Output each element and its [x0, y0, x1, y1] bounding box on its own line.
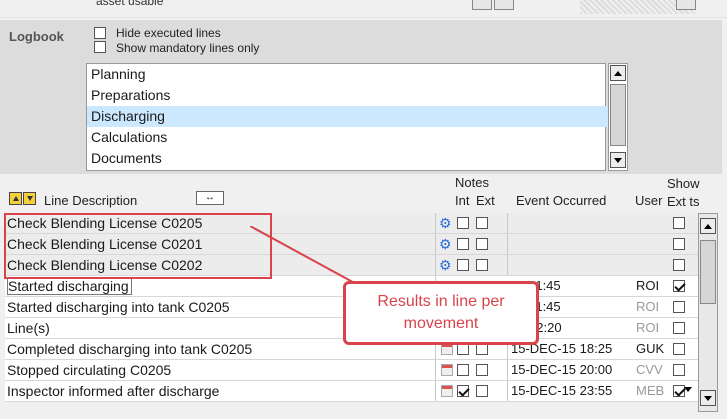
category-list[interactable]: Planning Preparations Discharging Calcul…	[86, 63, 609, 171]
row-show-checkbox[interactable]	[673, 322, 685, 334]
gear-icon[interactable]: ⚙	[439, 258, 452, 272]
chevron-up-icon	[704, 223, 712, 229]
row-ext-checkbox[interactable]	[476, 259, 488, 271]
column-separator	[435, 234, 436, 254]
row-user: MEB	[636, 383, 665, 398]
column-separator	[435, 213, 436, 233]
mandatory-only-checkbox[interactable]	[94, 41, 106, 53]
row-show-checkbox[interactable]	[673, 364, 685, 376]
row-show-checkbox[interactable]	[673, 343, 685, 355]
category-scroll-up-button[interactable]	[610, 65, 626, 81]
sort-down-button[interactable]	[23, 192, 36, 205]
hide-executed-label: Hide executed lines	[116, 26, 221, 40]
category-item-preparations[interactable]: Preparations	[87, 85, 609, 106]
row-description-input[interactable]: Started discharging	[7, 277, 132, 295]
header-notes: Notes	[455, 175, 489, 190]
row-user: ROI	[636, 320, 660, 335]
category-item-discharging[interactable]: Discharging	[87, 106, 609, 127]
category-item-documents[interactable]: Documents	[87, 148, 609, 169]
grid-scroll-thumb[interactable]	[700, 240, 716, 304]
column-separator	[507, 234, 508, 254]
row-int-checkbox[interactable]	[457, 364, 469, 376]
row-show-checkbox[interactable]	[673, 259, 685, 271]
mandatory-only-label: Show mandatory lines only	[116, 41, 260, 55]
grid-scroll-down-button[interactable]	[700, 390, 716, 406]
column-separator	[507, 213, 508, 233]
row-ext-checkbox[interactable]	[476, 238, 488, 250]
sort-up-button[interactable]	[9, 192, 22, 205]
column-separator	[435, 360, 436, 380]
column-separator	[435, 255, 436, 275]
category-item-planning[interactable]: Planning	[87, 64, 609, 85]
chevron-up-icon	[614, 70, 622, 76]
row-description[interactable]: Inspector informed after discharge	[7, 381, 442, 401]
chevron-down-icon	[704, 395, 712, 401]
column-separator	[507, 381, 508, 401]
header-ext: Ext	[476, 193, 495, 208]
row-user: ROI	[636, 299, 660, 314]
table-row[interactable]: Inspector informed after discharge 15-DE…	[5, 381, 698, 402]
header-event-occurred: Event Occurred	[516, 193, 607, 208]
row-event-occurred[interactable]: 15-DEC-15 20:00	[511, 360, 636, 380]
arrow-down-icon	[26, 196, 33, 201]
calendar-icon[interactable]	[441, 364, 453, 376]
top-partial-text: asset usable	[96, 0, 164, 8]
chevron-down-icon	[614, 157, 622, 163]
row-user: GUK	[636, 341, 665, 356]
category-scrollbar[interactable]	[608, 63, 628, 171]
top-dropdown-button[interactable]	[676, 0, 696, 10]
row-int-checkbox[interactable]	[457, 238, 469, 250]
callout-box: Results in line per movement	[343, 281, 539, 345]
column-separator	[507, 255, 508, 275]
header-user: User	[635, 193, 663, 208]
header-show-exts: Show Ext ts	[667, 176, 700, 209]
header-int: Int	[455, 193, 470, 208]
top-scroll-button-2[interactable]	[494, 0, 514, 10]
row-int-checkbox[interactable]	[457, 217, 469, 229]
row-show-checkbox[interactable]	[673, 217, 685, 229]
row-user: CVV	[636, 362, 663, 377]
row-user: ROI	[636, 278, 660, 293]
logbook-label: Logbook	[9, 29, 64, 44]
resize-column-button[interactable]: ↔	[196, 191, 224, 205]
top-strip: asset usable	[0, 0, 727, 18]
row-dropdown-icon[interactable]	[684, 387, 692, 392]
row-event-occurred[interactable]: 15-DEC-15 23:55	[511, 381, 636, 401]
logbook-panel: Logbook Hide executed lines Show mandato…	[0, 20, 722, 174]
row-description[interactable]: Stopped circulating C0205	[7, 360, 442, 380]
row-show-checkbox[interactable]	[673, 280, 685, 292]
gear-icon[interactable]: ⚙	[439, 237, 452, 251]
top-scroll-button[interactable]	[472, 0, 492, 10]
column-separator	[507, 360, 508, 380]
grid-scrollbar[interactable]	[698, 213, 718, 412]
gear-icon[interactable]: ⚙	[439, 216, 452, 230]
column-separator	[435, 381, 436, 401]
row-int-checkbox[interactable]	[457, 259, 469, 271]
row-ext-checkbox[interactable]	[476, 217, 488, 229]
category-item-calculations[interactable]: Calculations	[87, 127, 609, 148]
table-row[interactable]: Stopped circulating C0205 15-DEC-15 20:0…	[5, 360, 698, 381]
row-ext-checkbox[interactable]	[476, 364, 488, 376]
row-show-checkbox[interactable]	[673, 301, 685, 313]
category-scroll-thumb[interactable]	[610, 84, 626, 146]
arrow-up-icon	[12, 196, 19, 201]
highlight-box	[4, 213, 272, 279]
hide-executed-checkbox[interactable]	[94, 27, 106, 39]
row-show-checkbox[interactable]	[673, 238, 685, 250]
header-line-description[interactable]: Line Description	[44, 193, 137, 208]
category-scroll-down-button[interactable]	[610, 152, 626, 168]
grid-scroll-up-button[interactable]	[700, 218, 716, 234]
row-int-checkbox[interactable]	[457, 385, 469, 397]
grid-header: Line Description ↔ Notes Int Ext Event O…	[0, 174, 722, 212]
row-ext-checkbox[interactable]	[476, 385, 488, 397]
calendar-icon[interactable]	[441, 385, 453, 397]
